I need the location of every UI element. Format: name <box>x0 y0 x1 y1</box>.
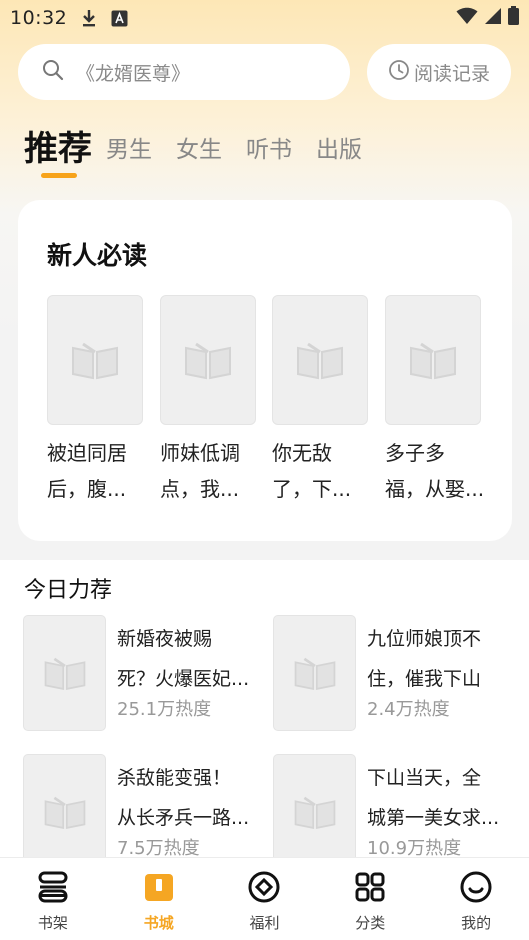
book-title: 被迫同居 后，腹... <box>47 441 127 501</box>
book-cover-placeholder <box>273 754 356 870</box>
reading-history-button[interactable]: 阅读记录 <box>367 44 511 100</box>
wifi-icon <box>456 7 478 30</box>
book-cover-placeholder <box>47 295 143 425</box>
nav-label: 福利 <box>249 914 280 932</box>
recommend-item[interactable]: 新婚夜被赐 死？火爆医妃... 25.1万热度 <box>23 615 263 733</box>
book-placeholder-icon <box>410 342 456 380</box>
tab-publishing[interactable]: 出版 <box>316 130 362 178</box>
section-title: 今日力荐 <box>24 578 113 603</box>
book-title: 你无敌 了，下... <box>272 441 352 501</box>
book-placeholder-icon <box>72 342 118 380</box>
book-placeholder-icon <box>294 796 335 830</box>
category-tabs: 推荐 男生 女生 听书 出版 <box>24 122 386 178</box>
status-time: 10:32 <box>10 7 68 29</box>
nav-label: 分类 <box>355 914 386 932</box>
nav-label: 我的 <box>461 914 492 932</box>
recommend-item[interactable]: 杀敌能变强！ 从长矛兵一路... 7.5万热度 <box>23 754 263 872</box>
book-placeholder-icon <box>44 657 85 691</box>
book-cover-placeholder <box>23 754 106 870</box>
book-cover-placeholder <box>272 295 368 425</box>
book-title: 新婚夜被赐 死？火爆医妃... <box>117 628 250 690</box>
book-item[interactable]: 多子多 福，从娶... <box>385 295 484 507</box>
book-placeholder-icon <box>297 342 343 380</box>
book-title: 下山当天，全 城第一美女求... <box>367 767 500 829</box>
tab-label: 女生 <box>176 137 222 163</box>
book-placeholder-icon <box>294 657 335 691</box>
new-reader-card: 新人必读 被迫同居 后，腹... 师妹低调 点，我... 你无敌 了，下... … <box>18 200 512 541</box>
recommend-item[interactable]: 九位师娘顶不 住，催我下山 2.4万热度 <box>273 615 513 733</box>
reading-history-label: 阅读记录 <box>413 62 490 85</box>
nav-label: 书架 <box>37 914 68 932</box>
nav-welfare[interactable]: 福利 <box>212 858 318 940</box>
active-tab-indicator <box>41 173 77 178</box>
nav-category[interactable]: 分类 <box>317 858 423 940</box>
signal-icon <box>484 7 502 30</box>
book-cover-placeholder <box>273 615 356 731</box>
welfare-icon <box>247 870 281 908</box>
book-title: 多子多 福，从娶... <box>385 441 485 501</box>
app-notification-icon <box>111 10 128 27</box>
tab-recommend[interactable]: 推荐 <box>24 121 92 178</box>
search-placeholder: 《龙婿医尊》 <box>76 62 191 85</box>
book-placeholder-icon <box>44 796 85 830</box>
profile-icon <box>459 870 493 908</box>
battery-icon <box>508 6 519 30</box>
bookshelf-icon <box>36 870 70 908</box>
book-item[interactable]: 被迫同居 后，腹... <box>47 295 143 507</box>
clock-icon <box>388 59 410 86</box>
tab-label: 男生 <box>106 137 152 163</box>
nav-bookstore[interactable]: 书城 <box>106 858 212 940</box>
book-cover-placeholder <box>385 295 481 425</box>
status-bar: 10:32 <box>0 0 529 36</box>
recommend-item[interactable]: 下山当天，全 城第一美女求... 10.9万热度 <box>273 754 513 872</box>
nav-profile[interactable]: 我的 <box>423 858 529 940</box>
tab-label: 出版 <box>316 137 362 163</box>
tab-label: 推荐 <box>24 129 92 169</box>
book-title: 师妹低调 点，我... <box>160 441 240 501</box>
tab-label: 听书 <box>246 137 292 163</box>
section-title: 新人必读 <box>47 241 148 270</box>
book-item[interactable]: 师妹低调 点，我... <box>160 295 256 507</box>
search-input[interactable]: 《龙婿医尊》 <box>18 44 350 100</box>
nav-bookshelf[interactable]: 书架 <box>0 858 106 940</box>
book-title: 杀敌能变强！ 从长矛兵一路... <box>117 767 250 829</box>
book-placeholder-icon <box>185 342 231 380</box>
book-title: 九位师娘顶不 住，催我下山 <box>367 628 482 690</box>
nav-label: 书城 <box>143 914 174 932</box>
search-icon <box>42 59 64 85</box>
book-cover-placeholder <box>160 295 256 425</box>
category-icon <box>353 870 387 908</box>
book-heat: 25.1万热度 <box>117 699 212 720</box>
bookstore-icon <box>142 870 176 908</box>
tab-female[interactable]: 女生 <box>176 130 222 178</box>
book-item[interactable]: 你无敌 了，下... <box>272 295 368 507</box>
download-icon <box>81 9 97 27</box>
tab-audiobook[interactable]: 听书 <box>246 130 292 178</box>
tab-male[interactable]: 男生 <box>106 130 152 178</box>
bottom-nav: 书架 书城 福利 分类 我的 <box>0 857 529 940</box>
book-cover-placeholder <box>23 615 106 731</box>
book-heat: 2.4万热度 <box>367 699 450 720</box>
